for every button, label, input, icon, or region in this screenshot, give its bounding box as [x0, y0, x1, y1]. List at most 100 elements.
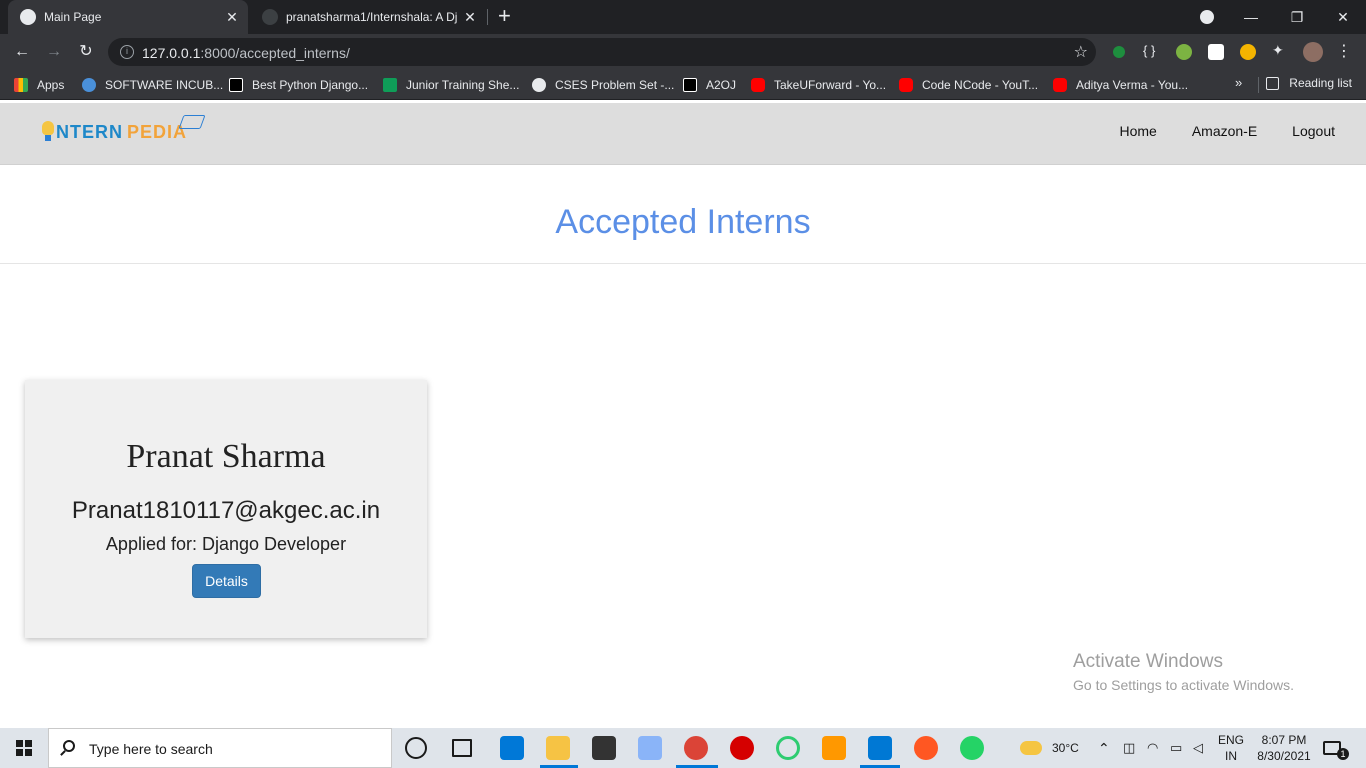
browser-tab-strip: Main Page ✕ pranatsharma1/Internshala: A…: [0, 0, 1366, 34]
a2oj-icon: [683, 78, 697, 92]
sublime-text-icon[interactable]: [822, 736, 846, 760]
logo-word-pedia: PEDIA: [127, 121, 188, 142]
task-view-icon[interactable]: [452, 739, 472, 757]
wifi-icon[interactable]: ◠: [1147, 728, 1158, 768]
volume-icon[interactable]: ◁: [1193, 728, 1203, 768]
logo-word-intern: NTERN: [56, 121, 123, 142]
meet-now-icon[interactable]: ◫: [1123, 728, 1135, 768]
bookmark-label: Aditya Verma - You...: [1076, 78, 1189, 92]
bookmark-label: A2OJ: [706, 78, 737, 92]
bookmarks-bar: Apps SOFTWARE INCUB... Best Python Djang…: [0, 70, 1366, 100]
sync-app-icon[interactable]: [776, 736, 800, 760]
nav-home-link[interactable]: Home: [1119, 123, 1156, 139]
forward-arrow-icon[interactable]: →: [44, 42, 64, 62]
taskbar-search-box[interactable]: Type here to search: [48, 728, 392, 768]
windows-taskbar: Type here to search 30°C ⌃ ◫ ◠ ▭ ◁ ENG I…: [0, 728, 1366, 768]
mail-icon[interactable]: [500, 736, 524, 760]
tab-github[interactable]: pranatsharma1/Internshala: A Dj ✕: [250, 0, 486, 34]
bookmark-apps[interactable]: Apps: [14, 76, 64, 94]
graduation-cap-icon: [178, 115, 206, 129]
weather-icon: [1020, 741, 1042, 755]
opera-icon[interactable]: [730, 736, 754, 760]
nav-amazon-link[interactable]: Amazon-E: [1192, 123, 1257, 139]
start-button[interactable]: [0, 728, 48, 768]
site-logo[interactable]: NTERN PEDIA: [42, 115, 206, 143]
bookmark-aditya-verma[interactable]: Aditya Verma - You...: [1053, 76, 1188, 94]
menu-dots-icon[interactable]: ⋮: [1336, 41, 1352, 60]
reload-icon[interactable]: ↻: [76, 42, 96, 62]
watermark-title: Activate Windows: [1073, 651, 1223, 672]
clock-date: 8/30/2021: [1257, 749, 1311, 763]
json-extension-icon[interactable]: { }: [1143, 43, 1159, 59]
chrome-icon[interactable]: [684, 736, 708, 760]
store-icon[interactable]: [592, 736, 616, 760]
tab-main-page[interactable]: Main Page ✕: [8, 0, 248, 34]
reading-list-icon: [1266, 76, 1280, 90]
close-tab-icon[interactable]: ✕: [460, 9, 480, 26]
close-tab-icon[interactable]: ✕: [222, 9, 242, 26]
intern-email: Pranat1810117@akgec.ac.in: [71, 497, 381, 524]
cortana-icon[interactable]: [405, 737, 427, 759]
tab-title: Main Page: [44, 10, 102, 24]
notification-icon: [1323, 741, 1341, 755]
bookmark-label: CSES Problem Set -...: [555, 78, 675, 92]
extension-icon[interactable]: [1113, 46, 1125, 58]
back-arrow-icon[interactable]: ←: [12, 42, 32, 62]
bookmark-code-ncode[interactable]: Code NCode - YouT...: [899, 76, 1038, 94]
clock[interactable]: 8:07 PM 8/30/2021: [1252, 732, 1316, 764]
show-hidden-icons-chevron-icon[interactable]: ⌃: [1098, 728, 1110, 768]
url-text[interactable]: 127.0.0.1:8000/accepted_interns/: [142, 45, 350, 61]
file-explorer-icon[interactable]: [546, 736, 570, 760]
battery-icon[interactable]: ▭: [1170, 728, 1182, 768]
search-placeholder: Type here to search: [89, 741, 213, 757]
divider: [0, 263, 1366, 264]
web-page: NTERN PEDIA Home Amazon-E Logout Accepte…: [0, 101, 1366, 728]
bookmark-software-incub[interactable]: SOFTWARE INCUB...: [82, 76, 223, 94]
nav-logout-link[interactable]: Logout: [1292, 123, 1335, 139]
intern-card: Pranat Sharma Pranat1810117@akgec.ac.in …: [25, 380, 427, 638]
reading-list-button[interactable]: Reading list: [1266, 76, 1352, 90]
rocket-icon: [82, 78, 96, 92]
bookmark-a2oj[interactable]: A2OJ: [683, 76, 736, 94]
bookmarks-separator: [1258, 77, 1259, 93]
tab-search-icon[interactable]: [1200, 10, 1214, 24]
bookmark-takeuforward[interactable]: TakeUForward - Yo...: [751, 76, 886, 94]
postman-icon[interactable]: [914, 736, 938, 760]
details-button[interactable]: Details: [192, 564, 261, 598]
intern-applied-for: Applied for: Django Developer: [105, 534, 347, 554]
laptop-icon[interactable]: [638, 736, 662, 760]
weather-widget[interactable]: 30°C: [1020, 728, 1079, 768]
language-code: ENG: [1217, 733, 1244, 747]
medium-icon: [229, 78, 243, 92]
bookmark-label: SOFTWARE INCUB...: [105, 78, 224, 92]
vscode-icon[interactable]: [868, 736, 892, 760]
browser-toolbar: ← → ↻ i 127.0.0.1:8000/accepted_interns/…: [0, 34, 1366, 70]
address-bar[interactable]: i 127.0.0.1:8000/accepted_interns/ ☆: [108, 38, 1096, 66]
bookmark-cses[interactable]: CSES Problem Set -...: [532, 76, 674, 94]
notification-center-button[interactable]: 1: [1323, 728, 1349, 768]
new-tab-button[interactable]: +: [498, 5, 511, 27]
flag-extension-icon[interactable]: [1208, 44, 1224, 60]
bookmark-star-icon[interactable]: ☆: [1074, 42, 1088, 62]
page-title: Accepted Interns: [555, 203, 811, 241]
clock-time: 8:07 PM: [1261, 733, 1307, 747]
tab-separator: [487, 9, 488, 25]
bookmark-junior-training[interactable]: Junior Training She...: [383, 76, 519, 94]
bookmarks-overflow-button[interactable]: »: [1235, 75, 1242, 90]
close-window-button[interactable]: ✕: [1320, 0, 1366, 34]
youtube-icon: [899, 78, 913, 92]
add-extension-icon[interactable]: [1176, 44, 1192, 60]
search-icon: [63, 740, 75, 752]
language-indicator[interactable]: ENG IN: [1216, 732, 1246, 764]
language-region: IN: [1225, 749, 1237, 763]
minimize-button[interactable]: —: [1228, 0, 1274, 34]
puzzle-icon[interactable]: ✦: [1272, 42, 1288, 58]
bookmark-label: Best Python Django...: [252, 78, 369, 92]
bookmark-python-django[interactable]: Best Python Django...: [229, 76, 368, 94]
site-nav-links: Home Amazon-E Logout: [1084, 123, 1335, 139]
face-extension-icon[interactable]: [1240, 44, 1256, 60]
whatsapp-icon[interactable]: [960, 736, 984, 760]
maximize-button[interactable]: ❐: [1274, 0, 1320, 34]
avatar[interactable]: [1303, 42, 1323, 62]
site-info-icon[interactable]: i: [120, 45, 134, 59]
